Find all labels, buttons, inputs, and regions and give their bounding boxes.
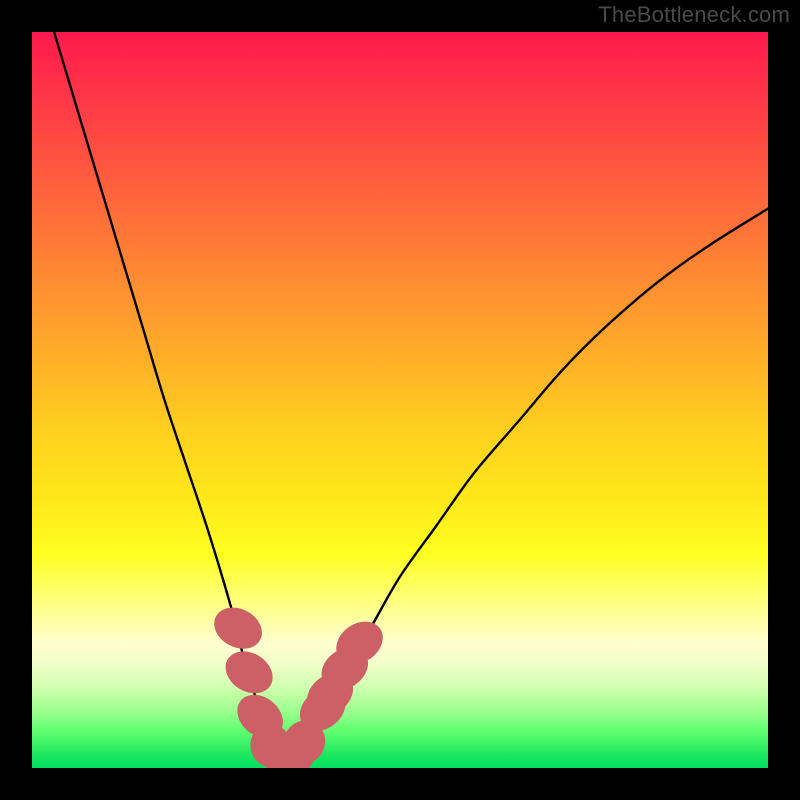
chart-svg — [32, 32, 768, 768]
watermark-text: TheBottleneck.com — [598, 2, 790, 28]
bottleneck-curve — [54, 32, 768, 754]
curve-marker — [207, 600, 269, 657]
curve-marker — [218, 643, 281, 702]
outer-frame: TheBottleneck.com — [0, 0, 800, 800]
curve-markers — [207, 600, 391, 768]
chart-plot-area — [32, 32, 768, 768]
